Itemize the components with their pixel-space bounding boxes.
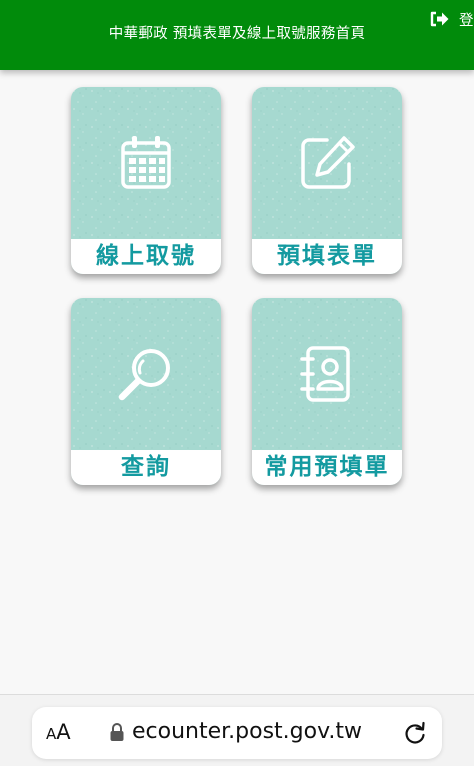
tile-online-queue-number[interactable]: 線上取號 — [71, 87, 221, 274]
edit-form-icon — [301, 136, 355, 189]
tile-query[interactable]: 查詢 — [71, 298, 221, 485]
text-size-small-letter: A — [46, 725, 57, 743]
sign-out-icon — [430, 11, 449, 27]
page-title: 中華郵政 預填表單及線上取號服務首頁 — [108, 26, 366, 42]
search-icon — [118, 349, 170, 401]
tile-prefill-form[interactable]: 預填表單 — [252, 87, 402, 274]
tile-label: 線上取號 — [71, 239, 221, 274]
calendar-icon — [121, 136, 171, 189]
tile-frequent-prefill-form[interactable]: 常用預填單 — [252, 298, 402, 485]
url-text[interactable]: ecounter.post.gov.tw — [132, 719, 362, 744]
tile-label: 常用預填單 — [252, 450, 402, 485]
reload-icon[interactable] — [402, 720, 428, 746]
lock-icon — [110, 723, 124, 741]
top-header: 中華郵政 預填表單及線上取號服務首頁 登 — [0, 0, 474, 70]
logout-label: 登 — [459, 12, 474, 29]
text-size-large-letter: A — [56, 720, 71, 744]
logout-button[interactable]: 登 — [430, 8, 474, 30]
tile-label: 預填表單 — [252, 239, 402, 274]
tile-label: 查詢 — [71, 450, 221, 485]
contacts-book-icon — [300, 346, 350, 402]
text-size-button[interactable]: AA — [46, 720, 71, 744]
browser-toolbar: AA ecounter.post.gov.tw — [0, 694, 474, 766]
address-bar[interactable]: AA ecounter.post.gov.tw — [32, 707, 442, 759]
